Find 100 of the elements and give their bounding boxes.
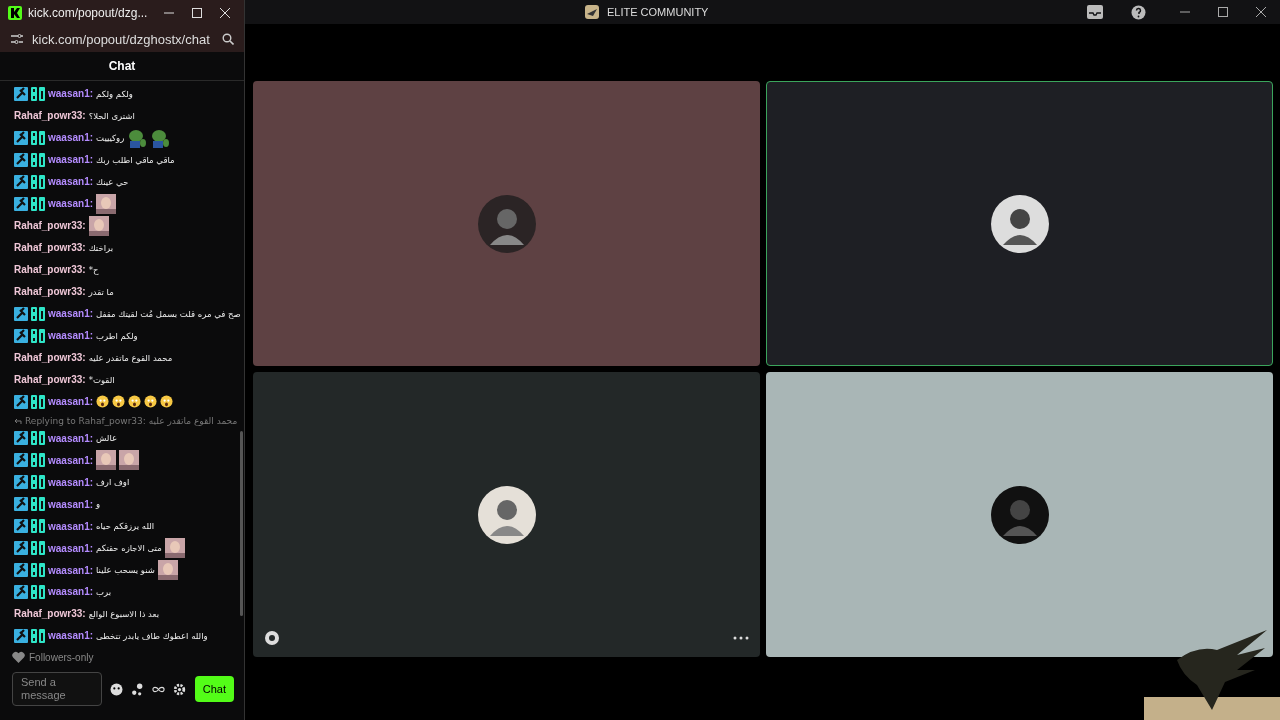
- username[interactable]: Rahaf_powr33:: [14, 608, 86, 620]
- og-badge-icon: [31, 563, 45, 577]
- username[interactable]: waasan1:: [48, 520, 94, 532]
- video-tile[interactable]: [253, 81, 760, 366]
- message-text: روكيييت: [96, 132, 125, 143]
- maximize-icon[interactable]: [1218, 7, 1228, 17]
- close-icon[interactable]: [1256, 7, 1266, 17]
- message-text: عالش: [96, 433, 118, 444]
- chat-button[interactable]: Chat: [194, 676, 234, 702]
- username[interactable]: waasan1:: [48, 330, 94, 342]
- scream-emoji-icon: [128, 395, 142, 409]
- scream-emoji-icon: [112, 395, 126, 409]
- username[interactable]: Rahaf_powr33:: [14, 286, 86, 298]
- og-badge-icon: [31, 519, 45, 534]
- og-badge-icon: [31, 152, 45, 167]
- og-badge-icon: [31, 394, 45, 409]
- server-icon: [585, 5, 599, 19]
- username[interactable]: waasan1:: [48, 132, 94, 144]
- username[interactable]: waasan1:: [48, 396, 94, 408]
- message-text: براختك: [88, 242, 114, 253]
- video-tile[interactable]: [766, 81, 1273, 366]
- og-badge-icon: [31, 497, 45, 512]
- reply-text: Replying to Rahaf_powr33: محمد القوع ماتقدر عليه: [25, 415, 238, 426]
- message-text: و: [96, 499, 101, 510]
- username[interactable]: waasan1:: [48, 432, 94, 444]
- username[interactable]: waasan1:: [48, 564, 94, 576]
- help-icon[interactable]: [1131, 4, 1146, 20]
- message-text: الله يرزقكم حياه: [96, 521, 155, 532]
- og-badge-icon: [31, 87, 45, 101]
- og-badge-icon: [31, 196, 45, 211]
- username[interactable]: waasan1:: [48, 630, 94, 642]
- message-text: اشترى الحلا؟: [88, 110, 135, 121]
- og-badge-icon: [31, 585, 45, 599]
- username[interactable]: Rahaf_powr33:: [14, 242, 86, 254]
- zoom-icon[interactable]: [222, 33, 234, 45]
- avatar-icon: [477, 194, 536, 253]
- message-text: ما تقدر: [88, 286, 114, 297]
- og-badge-icon: [31, 453, 45, 468]
- hammer-icon: [14, 394, 28, 409]
- username[interactable]: Rahaf_powr33:: [14, 374, 86, 386]
- chat-mode-label: Followers-only: [29, 652, 94, 663]
- username[interactable]: waasan1:: [48, 308, 94, 320]
- message-text: والله اعطوك طاف يابدر تتخطى: [96, 630, 208, 641]
- app-title: ELITE COMMUNITY: [607, 6, 710, 18]
- hammer-icon: [14, 497, 28, 512]
- site-settings-icon[interactable]: [10, 33, 24, 45]
- username[interactable]: waasan1:: [48, 176, 94, 188]
- hammer-icon: [14, 563, 28, 577]
- username[interactable]: Rahaf_powr33:: [14, 220, 86, 232]
- message-text: القوت*: [88, 374, 115, 385]
- message-input[interactable]: Send a message: [12, 672, 102, 706]
- hammer-icon: [14, 585, 28, 599]
- video-tile[interactable]: [766, 372, 1273, 657]
- username[interactable]: waasan1:: [48, 198, 94, 210]
- hammer-icon: [14, 431, 28, 446]
- username[interactable]: waasan1:: [48, 542, 94, 554]
- message-text: اوف ارف: [96, 477, 130, 488]
- hammer-icon: [14, 196, 28, 211]
- hammer-icon: [14, 453, 28, 468]
- message-text: متى الاجازه حقتكم: [96, 543, 162, 554]
- message-text: ولكم اطرب: [96, 330, 138, 341]
- username[interactable]: waasan1:: [48, 586, 94, 598]
- username[interactable]: Rahaf_powr33:: [14, 352, 86, 364]
- hammer-icon: [14, 130, 28, 145]
- message-text: برب: [96, 587, 112, 597]
- hammer-icon: [14, 174, 28, 189]
- hammer-icon: [14, 87, 28, 101]
- og-badge-icon: [31, 431, 45, 446]
- dots-icon[interactable]: [131, 682, 144, 696]
- reply-icon: [14, 416, 22, 425]
- message-text: صح في مره قلت بسمل مُت لقيتك مقفل: [96, 308, 241, 319]
- frog-emote-icon: [127, 127, 148, 148]
- og-badge-icon: [31, 628, 45, 643]
- inbox-icon[interactable]: [1087, 5, 1103, 19]
- username[interactable]: waasan1:: [48, 88, 94, 100]
- emoji-icon[interactable]: [110, 682, 123, 696]
- username[interactable]: waasan1:: [48, 154, 94, 166]
- hammer-icon: [14, 328, 28, 343]
- scream-emoji-icon: [144, 395, 158, 409]
- frog-emote-icon: [150, 127, 171, 148]
- avatar-icon: [990, 194, 1049, 253]
- username[interactable]: waasan1:: [48, 476, 94, 488]
- scrollbar[interactable]: [240, 431, 243, 616]
- chat-header: Chat: [0, 52, 244, 81]
- settings-icon[interactable]: [173, 682, 186, 696]
- hammer-icon: [14, 152, 28, 167]
- username[interactable]: Rahaf_powr33:: [14, 264, 86, 276]
- og-badge-icon: [31, 130, 45, 145]
- message-text: ح*: [88, 264, 99, 275]
- video-tile[interactable]: [253, 372, 760, 657]
- username[interactable]: waasan1:: [48, 454, 94, 466]
- message-text: ولكم ولكم: [96, 89, 133, 99]
- message-text: محمد القوع ماتقدر عليه: [88, 352, 173, 363]
- avatar-icon: [477, 485, 536, 544]
- hammer-icon: [14, 519, 28, 534]
- og-badge-icon: [31, 306, 45, 321]
- activity-icon[interactable]: [263, 629, 281, 647]
- hammer-icon: [14, 306, 28, 321]
- username[interactable]: waasan1:: [48, 498, 94, 510]
- username[interactable]: Rahaf_powr33:: [14, 110, 86, 122]
